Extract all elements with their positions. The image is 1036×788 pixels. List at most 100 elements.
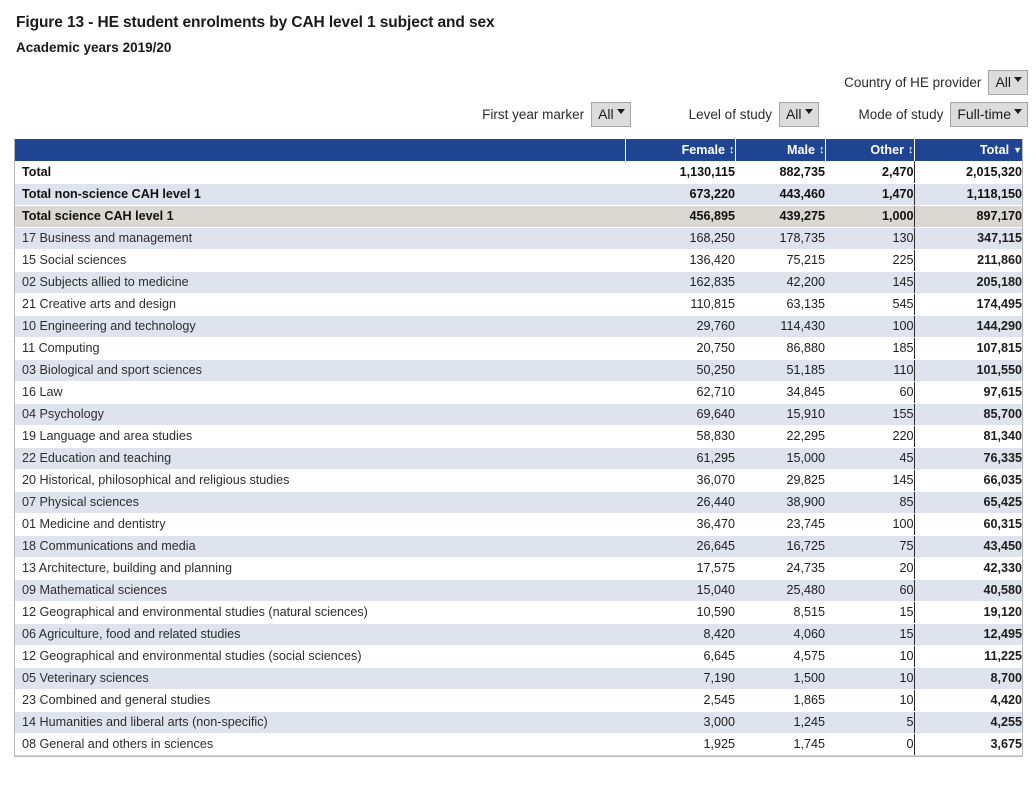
table-row: Total1,130,115882,7352,4702,015,320: [15, 161, 1022, 183]
column-header-subject[interactable]: [15, 139, 625, 161]
level-of-study-dropdown[interactable]: All: [779, 102, 819, 127]
table-header-row: Female ↕ Male ↕ Other ↕: [15, 139, 1022, 161]
cell-other: 10: [825, 645, 914, 667]
table-row: 20 Historical, philosophical and religio…: [15, 469, 1022, 491]
filter-row-top: Country of HE provider All: [0, 70, 1036, 95]
cell-total: 174,495: [914, 293, 1022, 315]
cell-other: 100: [825, 513, 914, 535]
cell-total: 40,580: [914, 579, 1022, 601]
cell-subject: 12 Geographical and environmental studie…: [15, 601, 625, 623]
cell-subject: 03 Biological and sport sciences: [15, 359, 625, 381]
cell-other: 75: [825, 535, 914, 557]
sort-toggle-icon[interactable]: ↕: [819, 145, 825, 156]
cell-male: 38,900: [735, 491, 825, 513]
table-row: 17 Business and management168,250178,735…: [15, 227, 1022, 249]
sort-toggle-icon[interactable]: ↕: [908, 145, 914, 156]
cell-total: 2,015,320: [914, 161, 1022, 183]
cell-female: 1,925: [625, 733, 735, 755]
table-row: 10 Engineering and technology29,760114,4…: [15, 315, 1022, 337]
cell-male: 4,575: [735, 645, 825, 667]
country-dropdown-value: All: [995, 74, 1011, 90]
cell-total: 60,315: [914, 513, 1022, 535]
table-row: 09 Mathematical sciences15,04025,4806040…: [15, 579, 1022, 601]
cell-subject: 12 Geographical and environmental studie…: [15, 645, 625, 667]
cell-female: 62,710: [625, 381, 735, 403]
cell-other: 60: [825, 579, 914, 601]
mode-of-study-dropdown[interactable]: Full-time: [950, 102, 1028, 127]
table-row: 19 Language and area studies58,83022,295…: [15, 425, 1022, 447]
cell-female: 2,545: [625, 689, 735, 711]
country-dropdown[interactable]: All: [988, 70, 1028, 95]
filter-first-year-label: First year marker: [482, 107, 584, 122]
cell-total: 76,335: [914, 447, 1022, 469]
table-row: 03 Biological and sport sciences50,25051…: [15, 359, 1022, 381]
cell-subject: 22 Education and teaching: [15, 447, 625, 469]
cell-total: 12,495: [914, 623, 1022, 645]
page-subtitle: Academic years 2019/20: [16, 38, 1036, 58]
cell-other: 20: [825, 557, 914, 579]
column-header-total[interactable]: Total ▼: [914, 139, 1022, 161]
table-row: 12 Geographical and environmental studie…: [15, 601, 1022, 623]
cell-male: 86,880: [735, 337, 825, 359]
cell-other: 100: [825, 315, 914, 337]
cell-female: 15,040: [625, 579, 735, 601]
table-row: 11 Computing20,75086,880185107,815: [15, 337, 1022, 359]
cell-subject: 07 Physical sciences: [15, 491, 625, 513]
cell-other: 545: [825, 293, 914, 315]
filter-country-of-he-provider: Country of HE provider All: [844, 70, 1028, 95]
table-row: 16 Law62,71034,8456097,615: [15, 381, 1022, 403]
cell-other: 15: [825, 601, 914, 623]
cell-total: 107,815: [914, 337, 1022, 359]
cell-female: 1,130,115: [625, 161, 735, 183]
column-header-other[interactable]: Other ↕: [825, 139, 914, 161]
cell-female: 58,830: [625, 425, 735, 447]
cell-subject: Total non-science CAH level 1: [15, 183, 625, 205]
cell-total: 8,700: [914, 667, 1022, 689]
cell-other: 85: [825, 491, 914, 513]
cell-male: 25,480: [735, 579, 825, 601]
cell-female: 162,835: [625, 271, 735, 293]
cell-total: 85,700: [914, 403, 1022, 425]
cell-female: 36,070: [625, 469, 735, 491]
cell-female: 6,645: [625, 645, 735, 667]
cell-subject: 13 Architecture, building and planning: [15, 557, 625, 579]
cell-female: 10,590: [625, 601, 735, 623]
cell-other: 10: [825, 667, 914, 689]
table-row: Total science CAH level 1456,895439,2751…: [15, 205, 1022, 227]
first-year-dropdown[interactable]: All: [591, 102, 631, 127]
chevron-down-icon: [617, 109, 625, 114]
cell-subject: 09 Mathematical sciences: [15, 579, 625, 601]
cell-total: 43,450: [914, 535, 1022, 557]
cell-total: 897,170: [914, 205, 1022, 227]
chevron-down-icon: [1014, 109, 1022, 114]
cell-female: 110,815: [625, 293, 735, 315]
cell-other: 15: [825, 623, 914, 645]
table-row: 14 Humanities and liberal arts (non-spec…: [15, 711, 1022, 733]
cell-other: 1,470: [825, 183, 914, 205]
sort-toggle-icon[interactable]: ↕: [729, 145, 735, 156]
table-row: 07 Physical sciences26,44038,9008565,425: [15, 491, 1022, 513]
cell-total: 205,180: [914, 271, 1022, 293]
cell-other: 10: [825, 689, 914, 711]
cell-total: 1,118,150: [914, 183, 1022, 205]
cell-total: 101,550: [914, 359, 1022, 381]
cell-subject: 15 Social sciences: [15, 249, 625, 271]
level-of-study-dropdown-value: All: [786, 106, 802, 122]
filter-level-of-study: Level of study All: [689, 102, 819, 127]
cell-subject: 21 Creative arts and design: [15, 293, 625, 315]
filter-row-bottom: First year marker All Level of study All…: [0, 102, 1036, 127]
cell-total: 211,860: [914, 249, 1022, 271]
column-header-male[interactable]: Male ↕: [735, 139, 825, 161]
cell-male: 75,215: [735, 249, 825, 271]
table-row: 01 Medicine and dentistry36,47023,745100…: [15, 513, 1022, 535]
cell-total: 42,330: [914, 557, 1022, 579]
table-row: 18 Communications and media26,64516,7257…: [15, 535, 1022, 557]
cell-male: 22,295: [735, 425, 825, 447]
cell-male: 114,430: [735, 315, 825, 337]
cell-female: 20,750: [625, 337, 735, 359]
cell-female: 17,575: [625, 557, 735, 579]
column-header-female[interactable]: Female ↕: [625, 139, 735, 161]
cell-total: 11,225: [914, 645, 1022, 667]
table-row: 06 Agriculture, food and related studies…: [15, 623, 1022, 645]
cell-other: 220: [825, 425, 914, 447]
